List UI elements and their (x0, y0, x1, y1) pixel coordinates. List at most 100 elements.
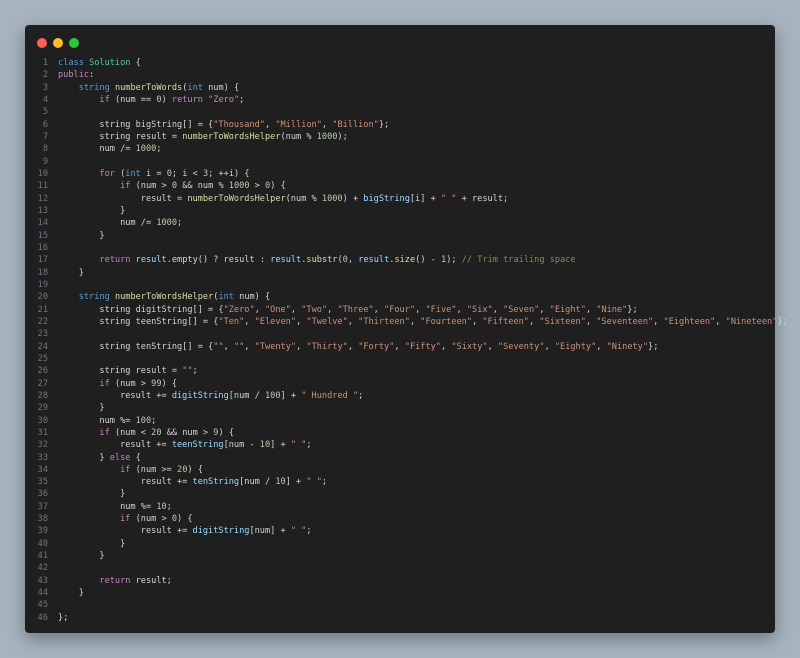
code-token: , (539, 304, 550, 315)
minimize-icon[interactable] (53, 38, 63, 48)
code-window: 1 class Solution {2 public: 3 string number… (25, 25, 788, 633)
code-text: result += digitString[num / 100] + " Hun… (48, 390, 363, 402)
code-token: string (78, 82, 110, 93)
line-number: 44 (37, 588, 48, 599)
code-token: } (58, 230, 105, 241)
code-token: , (347, 255, 359, 266)
code-line: 29 } (31, 402, 771, 414)
code-text: result += digitString[num] + " "; (48, 525, 312, 537)
code-token: { (130, 452, 141, 463)
code-token: (num > (130, 514, 172, 525)
code-token: }; (58, 612, 69, 623)
code-token: ) { (218, 427, 234, 438)
code-line: 19 (31, 279, 771, 291)
code-token: ] + (270, 440, 291, 451)
line-number: 37 (37, 501, 48, 512)
code-token: "Ten" (218, 316, 245, 327)
code-token: ; (151, 415, 157, 426)
code-token: "Seventeen" (596, 316, 654, 327)
code-token: , (440, 341, 452, 352)
code-token: } (58, 452, 110, 463)
code-token: ) (161, 94, 172, 105)
code-token: ) { (270, 181, 286, 192)
code-token: , (347, 341, 359, 352)
code-line: 45 (31, 599, 771, 611)
code-text: string tenString[] = {"", "", "Twenty", … (48, 341, 658, 353)
code-token: if (120, 464, 131, 475)
code-token: , (373, 304, 385, 315)
code-token: } (58, 205, 126, 216)
code-token: } (58, 489, 126, 500)
code-token: () - (415, 255, 442, 266)
line-number: 8 (42, 144, 48, 155)
code-token: "Three" (337, 304, 374, 315)
line-number: 33 (37, 452, 48, 463)
close-icon[interactable] (37, 38, 47, 48)
code-token: result += (58, 477, 193, 488)
code-token: num) { (233, 292, 271, 303)
code-text: } (48, 587, 84, 599)
code-editor[interactable]: 1 class Solution {2 public: 3 string number… (31, 57, 788, 624)
code-token: "Eighty" (554, 341, 597, 352)
code-token: bigString (363, 193, 410, 204)
code-line: 30 num %= 100; (31, 415, 771, 427)
line-number: 26 (37, 366, 48, 377)
code-token: string result = (58, 131, 183, 142)
code-line: 26 string result = ""; (31, 365, 771, 377)
code-line: 36 } (31, 488, 771, 500)
code-token: [i] + (409, 193, 441, 204)
code-token: ); (337, 131, 348, 142)
code-line: 33 } else { (31, 452, 771, 464)
code-line: 39 result += digitString[num] + " "; (31, 525, 771, 537)
code-token: , (492, 304, 504, 315)
code-token: return (99, 255, 131, 266)
code-token: ; (306, 526, 312, 537)
line-number: 28 (37, 390, 48, 401)
code-line: 40 } (31, 538, 771, 550)
code-token: ) { (161, 378, 178, 389)
code-token: ; (156, 144, 162, 155)
code-text: } (48, 230, 105, 242)
code-token: public (58, 70, 90, 81)
code-token: , (264, 119, 276, 130)
code-token: 20 (151, 427, 162, 438)
code-token: : (89, 70, 95, 81)
zoom-icon[interactable] (69, 38, 79, 48)
code-text: num %= 100; (48, 415, 156, 427)
line-number: 15 (37, 230, 48, 241)
code-token: return (99, 575, 131, 586)
line-number: 30 (37, 415, 48, 426)
code-token: 1000 (321, 193, 343, 204)
code-token: num /= (58, 144, 136, 155)
line-number: 19 (37, 279, 48, 290)
code-token: 100 (264, 390, 281, 401)
code-line: 2 public: (31, 69, 771, 81)
code-token: num %= (58, 415, 136, 426)
code-token: "Forty" (358, 341, 395, 352)
code-text: } (48, 550, 104, 562)
line-number: 42 (37, 563, 48, 574)
line-number: 6 (42, 119, 48, 130)
code-token: (num % (285, 193, 322, 204)
code-line: 31 if (num < 20 && num > 9) { (31, 427, 771, 439)
line-number: 14 (37, 218, 48, 229)
code-token: // Trim trailing space (461, 255, 576, 266)
code-token: ; i < (171, 168, 203, 179)
code-token: ); (446, 255, 462, 266)
code-line: 1 class Solution { (31, 57, 771, 69)
code-token: 20 (177, 464, 188, 475)
code-token: , (290, 304, 302, 315)
code-token: , (296, 341, 307, 352)
code-token: "Zero" (223, 304, 255, 315)
line-number: 12 (37, 193, 48, 204)
line-number: 4 (42, 94, 48, 105)
code-token: else (109, 452, 131, 463)
code-token: (num >= (130, 464, 178, 475)
code-line: 43 return result; (31, 575, 771, 587)
